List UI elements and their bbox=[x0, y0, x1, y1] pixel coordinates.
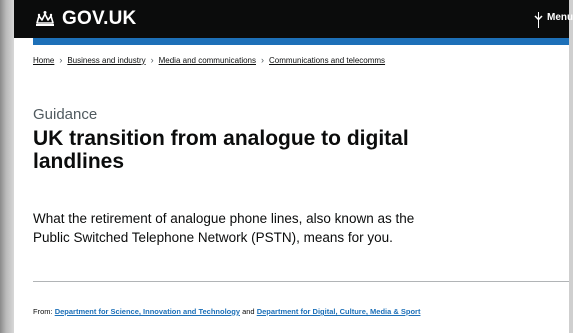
from-organisations: From: Department for Science, Innovation… bbox=[33, 306, 453, 317]
org-link-dsit[interactable]: Department for Science, Innovation and T… bbox=[55, 307, 240, 316]
org-link-dcms[interactable]: Department for Digital, Culture, Media &… bbox=[257, 307, 421, 316]
breadcrumb-separator-icon: › bbox=[59, 55, 63, 65]
breadcrumb-communications-and-telecomms[interactable]: Communications and telecomms bbox=[269, 56, 385, 65]
page-caption: Guidance bbox=[33, 106, 98, 123]
menu-label: Menu bbox=[547, 12, 573, 23]
breadcrumb-home[interactable]: Home bbox=[33, 56, 54, 65]
breadcrumb-separator-icon: › bbox=[261, 55, 264, 65]
chevron-down-icon bbox=[534, 14, 543, 21]
menu-button[interactable]: Menu bbox=[534, 12, 573, 23]
crown-icon bbox=[34, 10, 56, 28]
site-header: GOV.UK bbox=[14, 0, 569, 38]
from-conjunction: and bbox=[242, 307, 255, 316]
header-accent-bar bbox=[33, 38, 569, 45]
page-lede: What the retirement of analogue phone li… bbox=[33, 211, 415, 245]
page-title: UK transition from analogue to digital l… bbox=[33, 127, 409, 173]
from-label: From: bbox=[33, 307, 53, 316]
breadcrumb-media-and-communications[interactable]: Media and communications bbox=[159, 56, 256, 65]
window-left-edge bbox=[0, 0, 14, 333]
breadcrumb-business-and-industry[interactable]: Business and industry bbox=[67, 56, 145, 65]
breadcrumb: Home › Business and industry › Media and… bbox=[33, 55, 385, 65]
logo-text: GOV.UK bbox=[62, 8, 137, 29]
window-right-edge bbox=[569, 0, 573, 333]
govuk-logo-link[interactable]: GOV.UK bbox=[34, 6, 136, 32]
breadcrumb-separator-icon: › bbox=[150, 55, 154, 65]
section-divider bbox=[33, 281, 569, 282]
